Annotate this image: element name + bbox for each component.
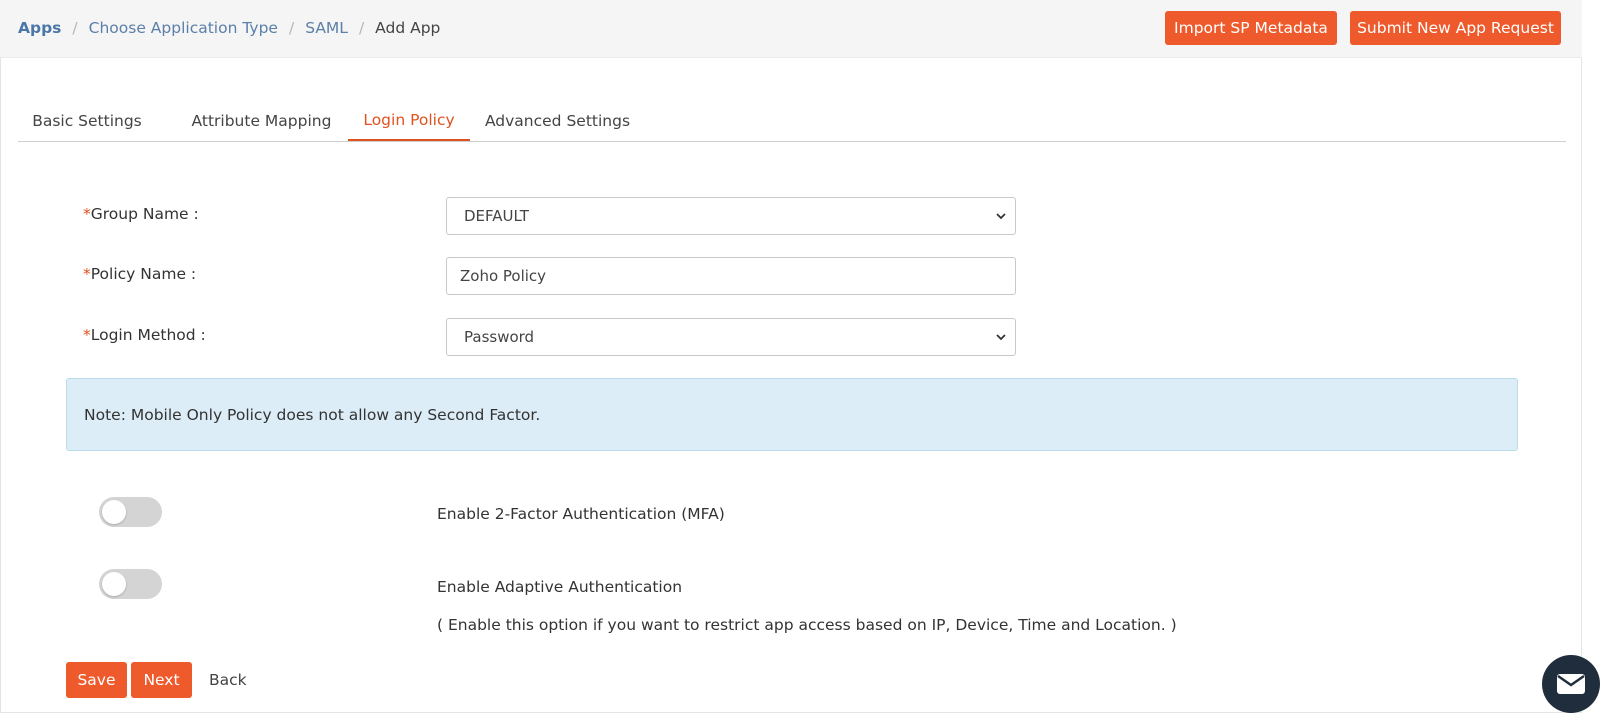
tab-attribute-mapping[interactable]: Attribute Mapping [175, 100, 348, 141]
adaptive-auth-toggle[interactable] [99, 569, 162, 599]
group-name-select[interactable]: DEFAULT [446, 197, 1016, 235]
group-name-value: DEFAULT [464, 207, 529, 225]
required-mark: * [83, 265, 91, 283]
tab-bar: Basic Settings Attribute Mapping Login P… [18, 100, 1566, 142]
info-note: Note: Mobile Only Policy does not allow … [66, 378, 1518, 451]
policy-name-label-text: Policy Name : [90, 265, 197, 283]
required-mark: * [83, 326, 91, 344]
policy-name-input[interactable]: Zoho Policy [446, 257, 1016, 295]
policy-name-label: *Policy Name : [83, 265, 196, 283]
breadcrumb-current: Add App [375, 19, 441, 37]
policy-name-value: Zoho Policy [460, 267, 547, 285]
adaptive-auth-label: Enable Adaptive Authentication [437, 578, 683, 596]
chevron-down-icon [996, 334, 1006, 341]
top-bar: Apps / Choose Application Type / SAML / … [0, 0, 1582, 58]
next-button[interactable]: Next [131, 662, 192, 698]
login-method-label: *Login Method : [83, 326, 206, 344]
chevron-down-icon [996, 213, 1006, 220]
breadcrumb-separator: / [288, 19, 295, 37]
mail-fab-button[interactable] [1542, 655, 1600, 713]
group-name-label: *Group Name : [83, 205, 199, 223]
breadcrumb-saml[interactable]: SAML [305, 19, 348, 37]
breadcrumb-separator: / [72, 19, 78, 37]
group-name-label-text: Group Name : [90, 205, 199, 223]
back-button[interactable]: Back [209, 662, 247, 698]
login-method-select[interactable]: Password [446, 318, 1016, 356]
mfa-toggle[interactable] [99, 497, 162, 527]
tab-login-policy[interactable]: Login Policy [348, 100, 470, 141]
mail-icon [1557, 674, 1585, 694]
info-note-text: Note: Mobile Only Policy does not allow … [84, 405, 541, 424]
breadcrumb-choose-application-type[interactable]: Choose Application Type [89, 19, 278, 37]
toggle-knob [102, 572, 126, 596]
breadcrumb-separator: / [358, 19, 365, 37]
login-method-value: Password [464, 328, 535, 346]
tab-basic-settings[interactable]: Basic Settings [18, 100, 156, 141]
mfa-label: Enable 2-Factor Authentication (MFA) [437, 505, 725, 523]
login-method-label-text: Login Method : [90, 326, 206, 344]
adaptive-auth-hint: ( Enable this option if you want to rest… [437, 616, 1177, 634]
save-button[interactable]: Save [66, 662, 127, 698]
tab-advanced-settings[interactable]: Advanced Settings [470, 100, 645, 141]
submit-new-app-request-button[interactable]: Submit New App Request [1350, 11, 1561, 45]
required-mark: * [83, 205, 91, 223]
import-sp-metadata-button[interactable]: Import SP Metadata [1165, 11, 1337, 45]
toggle-knob [102, 500, 126, 524]
breadcrumb: Apps / Choose Application Type / SAML / … [18, 19, 440, 37]
breadcrumb-apps[interactable]: Apps [18, 19, 61, 37]
